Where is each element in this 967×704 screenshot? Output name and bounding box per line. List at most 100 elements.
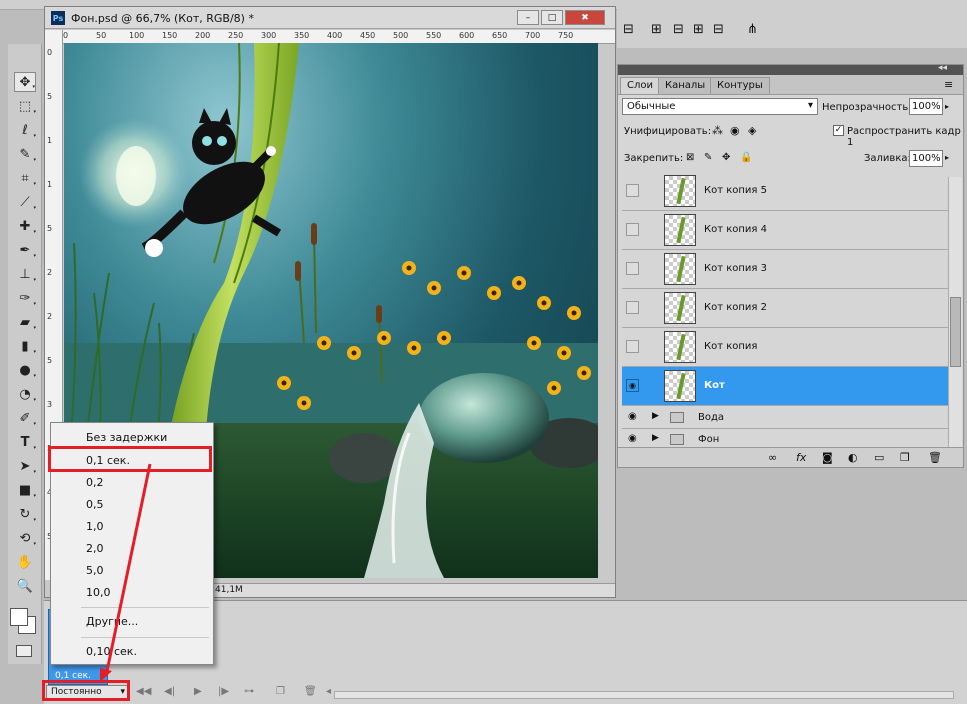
menu-item-0-5[interactable]: 0,5 — [86, 498, 104, 511]
distribute-right-icon[interactable]: ⊟ — [713, 22, 724, 37]
stamp-tool-icon[interactable]: ⊥ ▾ — [14, 264, 36, 284]
close-button[interactable]: ✖ — [565, 10, 605, 25]
menu-item-no-delay[interactable]: Без задержки — [86, 431, 167, 444]
pen-tool-icon[interactable]: ✐ ▾ — [14, 408, 36, 428]
lock-pixels-icon[interactable]: ✎ — [704, 152, 712, 163]
adjustment-icon[interactable]: ◐ — [848, 451, 858, 464]
new-layer-icon[interactable]: ❐ — [900, 451, 910, 464]
brush-tool-icon[interactable]: ✒ ▾ — [14, 240, 36, 260]
blend-mode-select[interactable]: Обычные ▾ — [622, 98, 818, 115]
mask-icon[interactable]: ◙ — [822, 451, 833, 464]
tween-icon[interactable]: ⊶ — [244, 686, 254, 697]
layer-row-selected[interactable]: ◉ Кот — [622, 367, 952, 406]
shape-tool-icon[interactable]: ■ ▾ — [14, 480, 36, 500]
3d-rotate-tool-icon[interactable]: ↻ ▾ — [14, 504, 36, 524]
expand-triangle-icon[interactable]: ▶ — [652, 411, 659, 421]
ruler-tick: 150 — [162, 31, 178, 40]
layer-row[interactable]: Кот копия 2 — [622, 289, 952, 328]
eyedropper-tool-icon[interactable]: ⟋ ▾ — [14, 192, 36, 212]
panel-menu-icon[interactable]: ≡ — [944, 78, 953, 91]
lock-transparency-icon[interactable]: ⊠ — [686, 152, 694, 163]
eye-icon[interactable]: ◉ — [626, 379, 639, 392]
propagate-checkbox[interactable]: ✓ — [833, 125, 844, 136]
move-tool-icon[interactable]: ✥ ▾ — [14, 72, 36, 92]
menu-item-2-0[interactable]: 2,0 — [86, 542, 104, 555]
layer-row[interactable]: Кот копия 4 — [622, 211, 952, 250]
scroll-thumb[interactable] — [950, 297, 961, 367]
type-tool-icon[interactable]: T ▾ — [14, 432, 36, 452]
opacity-arrow-icon[interactable]: ▸ — [945, 102, 949, 111]
eye-icon[interactable]: ◉ — [628, 433, 637, 444]
panel-header[interactable]: ◂◂ — [618, 63, 963, 75]
menu-item-10-0[interactable]: 10,0 — [86, 586, 111, 599]
history-brush-tool-icon[interactable]: ✑ ▾ — [14, 288, 36, 308]
distribute-icon[interactable]: ⊟ — [673, 22, 684, 37]
layers-scrollbar[interactable] — [948, 177, 962, 447]
align-center-icon[interactable]: ⊞ — [651, 22, 662, 37]
layer-name: Кот копия 2 — [704, 302, 767, 313]
trash-icon[interactable]: 🗑 — [928, 451, 942, 464]
menu-item-0-2[interactable]: 0,2 — [86, 476, 104, 489]
lasso-tool-icon[interactable]: ℓ ▾ — [14, 120, 36, 140]
group-icon[interactable]: ▭ — [874, 451, 884, 464]
crop-tool-icon[interactable]: ⌗ ▾ — [14, 168, 36, 188]
play-icon[interactable]: ▶ — [194, 686, 202, 697]
unify-visibility-icon[interactable]: ◉ — [730, 124, 740, 137]
auto-align-icon[interactable]: ⋔ — [747, 22, 758, 37]
eraser-tool-icon[interactable]: ▰ ▾ — [14, 312, 36, 332]
healing-tool-icon[interactable]: ✚ ▾ — [14, 216, 36, 236]
dodge-tool-icon[interactable]: ◔ ▾ — [14, 384, 36, 404]
fill-input[interactable]: 100% — [909, 150, 943, 167]
quick-select-tool-icon[interactable]: ✎ ▾ — [14, 144, 36, 164]
3d-orbit-tool-icon[interactable]: ⟲ ▾ — [14, 528, 36, 548]
minimize-button[interactable]: – — [517, 10, 539, 25]
distribute-center-icon[interactable]: ⊞ — [693, 22, 704, 37]
tab-paths[interactable]: Контуры — [710, 77, 770, 94]
foreground-color-swatch[interactable] — [10, 608, 28, 626]
scroll-left-icon[interactable]: ◂ — [326, 686, 331, 697]
menu-item-1-0[interactable]: 1,0 — [86, 520, 104, 533]
visibility-toggle[interactable] — [626, 262, 639, 275]
collapse-icon[interactable]: ◂◂ — [938, 63, 947, 73]
zoom-tool-icon[interactable]: 🔍 — [14, 576, 36, 596]
blur-tool-icon[interactable]: ● ▾ — [14, 360, 36, 380]
layer-name: Кот копия 4 — [704, 224, 767, 235]
hand-tool-icon[interactable]: ✋ — [14, 552, 36, 572]
timeline-scrollbar[interactable] — [334, 691, 954, 699]
align-icon[interactable]: ⊟ — [623, 22, 634, 37]
menu-item-other[interactable]: Другие... — [86, 615, 138, 628]
prev-frame-icon[interactable]: ◀| — [164, 686, 175, 697]
visibility-toggle[interactable] — [626, 223, 639, 236]
fill-arrow-icon[interactable]: ▸ — [945, 153, 949, 162]
menu-item-5-0[interactable]: 5,0 — [86, 564, 104, 577]
opacity-input[interactable]: 100% — [909, 98, 943, 115]
eye-icon[interactable]: ◉ — [628, 411, 637, 422]
gradient-tool-icon[interactable]: ▮ ▾ — [14, 336, 36, 356]
visibility-toggle[interactable] — [626, 301, 639, 314]
menu-item-current[interactable]: 0,10 сек. — [86, 645, 137, 658]
marquee-tool-icon[interactable]: ⬚ ▾ — [14, 96, 36, 116]
lock-all-icon[interactable]: 🔒 — [740, 152, 752, 163]
layer-row[interactable]: Кот копия 3 — [622, 250, 952, 289]
unify-style-icon[interactable]: ◈ — [748, 124, 756, 137]
layer-group-row[interactable]: ◉ ▶ Вода — [622, 407, 952, 429]
delete-frame-icon[interactable]: 🗑 — [304, 686, 317, 697]
visibility-toggle[interactable] — [626, 340, 639, 353]
document-title-bar[interactable]: Ps Фон.psd @ 66,7% (Кот, RGB/8) * – □ ✖ — [45, 7, 615, 29]
first-frame-icon[interactable]: ◀◀ — [136, 686, 151, 697]
path-select-tool-icon[interactable]: ➤ ▾ — [14, 456, 36, 476]
next-frame-icon[interactable]: |▶ — [218, 686, 229, 697]
layer-row[interactable]: Кот копия 5 — [622, 172, 952, 211]
lock-position-icon[interactable]: ✥ — [722, 152, 730, 163]
layer-row[interactable]: Кот копия — [622, 328, 952, 367]
restore-button[interactable]: □ — [541, 10, 563, 25]
fx-icon[interactable]: fx — [796, 451, 806, 464]
tab-layers[interactable]: Слои — [620, 77, 660, 94]
quick-mask-icon[interactable] — [16, 645, 32, 657]
link-icon[interactable]: ∞ — [768, 451, 777, 464]
tab-channels[interactable]: Каналы — [658, 77, 713, 94]
visibility-toggle[interactable] — [626, 184, 639, 197]
unify-position-icon[interactable]: ⁂ — [712, 124, 723, 137]
duplicate-frame-icon[interactable]: ❐ — [276, 686, 285, 697]
expand-triangle-icon[interactable]: ▶ — [652, 433, 659, 443]
